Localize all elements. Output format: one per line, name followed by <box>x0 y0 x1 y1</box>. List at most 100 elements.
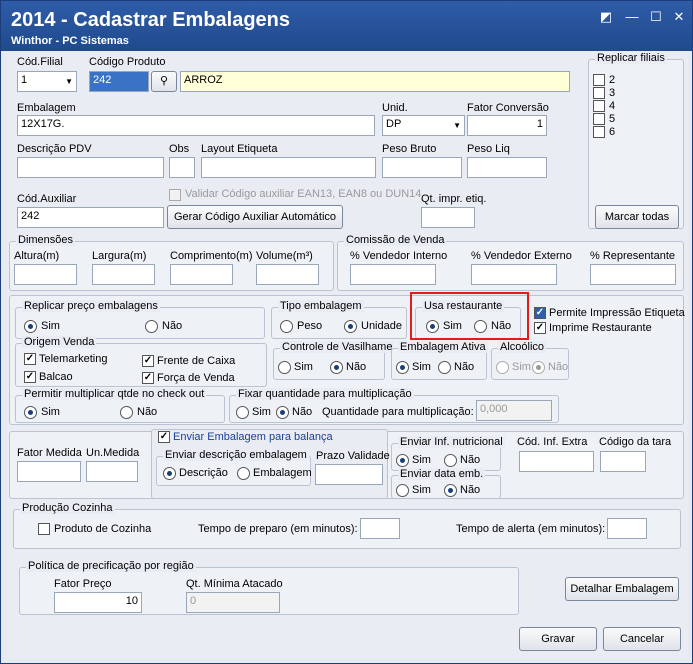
produto-cozinha-label: Produto de Cozinha <box>54 523 152 535</box>
codigo-tara-input[interactable] <box>600 451 646 472</box>
replicar-preco-sim-radio[interactable] <box>24 320 37 333</box>
vendedor-interno-label: % Vendedor Interno <box>350 250 448 262</box>
qt-impr-label: Qt. impr. etiq. <box>421 193 487 205</box>
multiplicar-sim-label: Sim <box>41 406 60 418</box>
tempo-alerta-label: Tempo de alerta (em minutos): <box>456 523 606 535</box>
prazo-validade-input[interactable] <box>315 464 383 485</box>
replicar-filiais-group: Replicar filiais 2 3 4 5 6 Marcar todas <box>588 52 684 229</box>
descricao-pdv-input[interactable] <box>17 157 164 178</box>
multiplicar-sim-radio[interactable] <box>24 406 37 419</box>
fixar-nao-radio[interactable] <box>276 406 289 419</box>
vendedor-interno-input[interactable] <box>350 264 436 285</box>
forca-venda-checkbox[interactable] <box>142 372 154 384</box>
fator-preco-input[interactable]: 10 <box>54 592 142 613</box>
nutri-nao-radio[interactable] <box>444 454 457 467</box>
permite-impressao-checkbox[interactable] <box>534 307 546 319</box>
data-emb-nao-radio[interactable] <box>444 484 457 497</box>
validar-checkbox[interactable] <box>169 189 181 201</box>
form-body: Cód.Filial 1 ▼ Código Produto 242 ⚲ ARRO… <box>7 51 688 659</box>
restore-icon[interactable]: ◩ <box>597 9 615 25</box>
codigo-produto-input[interactable]: 242 <box>89 71 149 92</box>
embalagem-input[interactable]: 12X17G. <box>17 115 375 136</box>
detalhar-embalagem-button[interactable]: Detalhar Embalagem <box>565 577 679 601</box>
peso-liq-input[interactable] <box>467 157 547 178</box>
descricao-group-title: Enviar descrição embalagem <box>163 449 309 461</box>
filial-5-checkbox[interactable] <box>593 113 605 125</box>
window-title: 2014 - Cadastrar Embalagens <box>11 9 291 31</box>
marcar-todas-button[interactable]: Marcar todas <box>595 205 679 229</box>
alcoolico-sim-radio[interactable] <box>496 361 509 374</box>
volume-input[interactable] <box>256 264 319 285</box>
gravar-button[interactable]: Gravar <box>519 627 597 651</box>
unid-value: DP <box>386 118 402 130</box>
fixar-sim-radio[interactable] <box>236 406 249 419</box>
obs-label: Obs <box>169 143 190 155</box>
largura-input[interactable] <box>92 264 155 285</box>
fixar-sim-label: Sim <box>252 406 271 418</box>
alcoolico-nao-radio[interactable] <box>532 361 545 374</box>
data-emb-sim-radio[interactable] <box>396 484 409 497</box>
tempo-preparo-input[interactable] <box>360 518 400 539</box>
politica-group: Política de precificação por região Fato… <box>19 560 519 615</box>
descricao-label: Descrição <box>179 467 228 479</box>
filial-2-checkbox[interactable] <box>593 74 605 86</box>
obs-input[interactable] <box>169 157 195 178</box>
filial-3-checkbox[interactable] <box>593 87 605 99</box>
vasilhame-sim-radio[interactable] <box>278 361 291 374</box>
vendedor-externo-input[interactable] <box>471 264 557 285</box>
balcao-checkbox[interactable] <box>24 371 36 383</box>
comissao-group: Comissão de Venda % Vendedor Interno % V… <box>337 234 684 291</box>
tipo-peso-radio[interactable] <box>280 320 293 333</box>
embalagem-radio[interactable] <box>237 467 250 480</box>
vasilhame-nao-label: Não <box>346 361 367 373</box>
qt-minima-input[interactable]: 0 <box>186 592 280 613</box>
peso-bruto-input[interactable] <box>382 157 462 178</box>
nutri-sim-radio[interactable] <box>396 454 409 467</box>
cancelar-button[interactable]: Cancelar <box>603 627 681 651</box>
cod-filial-select[interactable]: 1 ▼ <box>17 71 77 92</box>
codigo-tara-label: Código da tara <box>599 436 672 448</box>
fator-conversao-input[interactable]: 1 <box>467 115 547 136</box>
layout-etiqueta-input[interactable] <box>201 157 376 178</box>
un-medida-input[interactable] <box>86 461 138 482</box>
filial-2-label: 2 <box>609 74 616 86</box>
tipo-unidade-radio[interactable] <box>344 320 357 333</box>
filial-4-checkbox[interactable] <box>593 100 605 112</box>
maximize-icon[interactable]: ☐ <box>647 9 665 25</box>
cod-inf-extra-input[interactable] <box>519 451 594 472</box>
binoculars-icon: ⚲ <box>159 75 169 87</box>
tempo-alerta-input[interactable] <box>607 518 647 539</box>
filial-6-checkbox[interactable] <box>593 126 605 138</box>
enviar-balanca-checkbox[interactable] <box>158 431 170 443</box>
filial-3-label: 3 <box>609 87 616 99</box>
qt-impr-input[interactable] <box>421 207 475 228</box>
close-icon[interactable]: ✕ <box>670 9 688 25</box>
ativa-sim-radio[interactable] <box>396 361 409 374</box>
fator-medida-input[interactable] <box>17 461 81 482</box>
frente-caixa-checkbox[interactable] <box>142 355 154 367</box>
unid-select[interactable]: DP ▼ <box>382 115 465 136</box>
qtd-multiplicacao-label: Quantidade para multiplicação: <box>322 406 474 418</box>
dimensoes-group: Dimensões Altura(m) Largura(m) Comprimen… <box>9 234 334 291</box>
ativa-nao-label: Não <box>454 361 475 373</box>
alcoolico-nao-label: Não <box>548 361 569 373</box>
telemarketing-checkbox[interactable] <box>24 353 36 365</box>
controle-vasilhame-title: Controle de Vasilhame <box>280 341 395 353</box>
cod-auxiliar-input[interactable]: 242 <box>17 207 164 228</box>
minimize-icon[interactable]: — <box>623 9 641 25</box>
altura-input[interactable] <box>14 264 77 285</box>
imprime-restaurante-checkbox[interactable] <box>534 322 546 334</box>
app-window: 2014 - Cadastrar Embalagens Winthor - PC… <box>0 0 693 664</box>
qtd-multiplicacao-input[interactable]: 0,000 <box>476 400 552 421</box>
produto-cozinha-checkbox[interactable] <box>38 523 50 535</box>
ativa-nao-radio[interactable] <box>438 361 451 374</box>
multiplicar-nao-radio[interactable] <box>120 406 133 419</box>
comprimento-input[interactable] <box>170 264 233 285</box>
replicar-preco-nao-radio[interactable] <box>145 320 158 333</box>
descricao-radio[interactable] <box>163 467 176 480</box>
search-produto-button[interactable]: ⚲ <box>151 71 177 92</box>
representante-input[interactable] <box>590 264 676 285</box>
filial-4-label: 4 <box>609 100 616 112</box>
vasilhame-nao-radio[interactable] <box>330 361 343 374</box>
gerar-codigo-button[interactable]: Gerar Código Auxiliar Automático <box>167 205 343 229</box>
